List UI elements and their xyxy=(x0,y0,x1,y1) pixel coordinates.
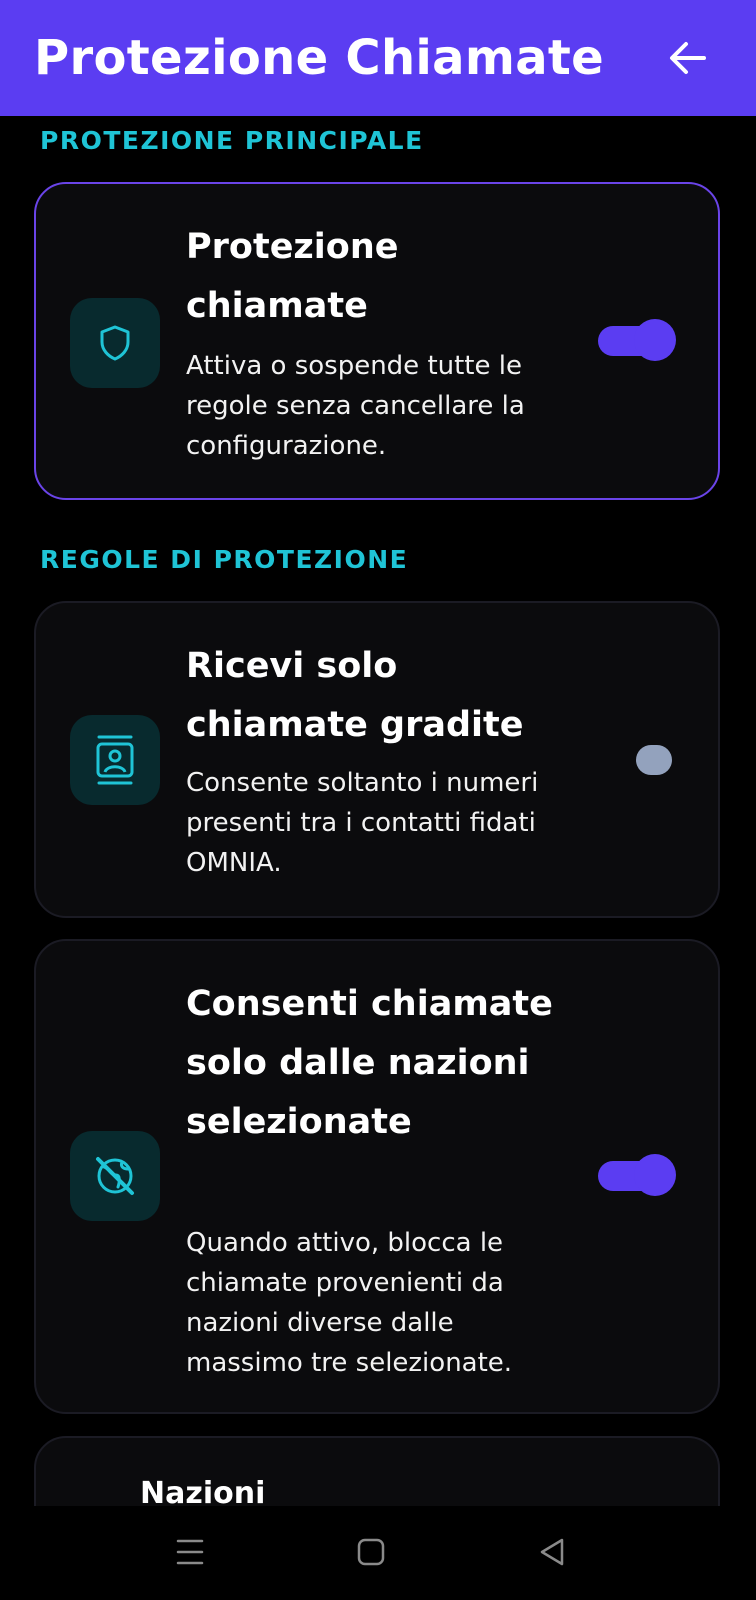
call-protection-title: Protezione chiamate xyxy=(186,227,399,326)
home-button[interactable] xyxy=(351,1532,391,1572)
page-title: Protezione Chiamate xyxy=(34,30,604,86)
selected-countries-toggle[interactable] xyxy=(598,1154,676,1196)
call-protection-description: Attiva o sospende tutte le regole senza … xyxy=(186,351,525,461)
globe-blocked-icon xyxy=(96,1157,134,1195)
call-protection-card: Protezione chiamate Attiva o sospende tu… xyxy=(34,182,720,500)
toggle-track xyxy=(636,745,672,775)
system-navigation-bar xyxy=(0,1506,756,1600)
selected-countries-title: Consenti chiamate solo dalle nazioni sel… xyxy=(186,984,553,1142)
arrow-left-icon xyxy=(670,42,706,74)
section-label-rules: REGOLE DI PROTEZIONE xyxy=(40,545,409,574)
system-back-button[interactable] xyxy=(532,1532,572,1572)
selected-countries-description: Quando attivo, blocca le chiamate proven… xyxy=(186,1228,513,1378)
back-button[interactable] xyxy=(666,36,710,80)
home-square-icon xyxy=(357,1538,385,1566)
app-bar: Protezione Chiamate xyxy=(0,0,756,116)
menu-lines-icon xyxy=(176,1539,204,1565)
contact-card-icon xyxy=(96,735,134,785)
globe-blocked-icon-container xyxy=(70,1131,160,1221)
only-wanted-calls-toggle[interactable] xyxy=(598,741,676,775)
recents-button[interactable] xyxy=(170,1532,210,1572)
shield-icon-container xyxy=(70,298,160,388)
contact-card-icon-container xyxy=(70,715,160,805)
back-triangle-icon xyxy=(540,1538,564,1566)
toggle-thumb xyxy=(634,1154,676,1196)
shield-icon xyxy=(100,325,130,361)
only-wanted-calls-title: Ricevi solo chiamate gradite xyxy=(186,646,524,745)
only-wanted-calls-card: Ricevi solo chiamate gradite Consente so… xyxy=(34,601,720,918)
selected-countries-card: Consenti chiamate solo dalle nazioni sel… xyxy=(34,939,720,1414)
call-protection-toggle[interactable] xyxy=(598,319,676,361)
only-wanted-calls-description: Consente soltanto i numeri presenti tra … xyxy=(186,768,539,878)
toggle-thumb xyxy=(634,319,676,361)
section-label-main: PROTEZIONE PRINCIPALE xyxy=(40,126,424,155)
